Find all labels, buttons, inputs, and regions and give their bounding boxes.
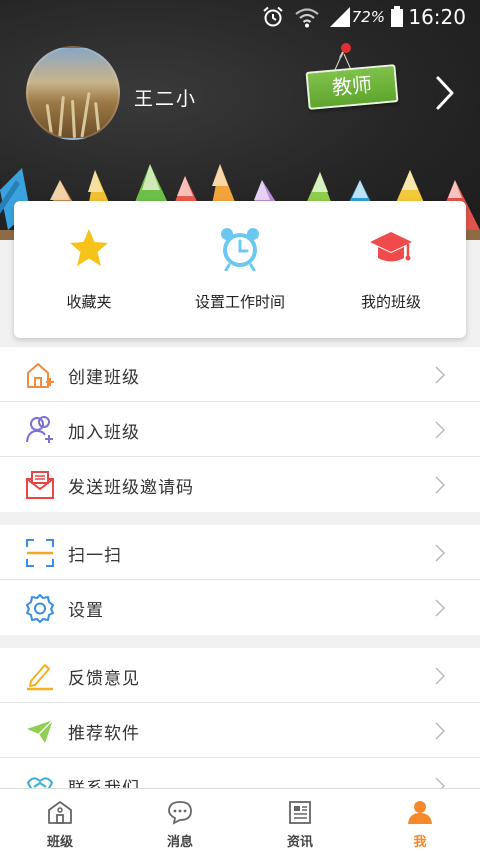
quick-action-my-class[interactable]: 我的班级 bbox=[316, 201, 466, 338]
quick-action-favorites[interactable]: 收藏夹 bbox=[14, 201, 164, 338]
menu-item-feedback[interactable]: 反馈意见 bbox=[0, 648, 480, 703]
menu-group-class: 创建班级 加入班级 发送班级邀请码 bbox=[0, 347, 480, 512]
quick-action-work-time[interactable]: 设置工作时间 bbox=[165, 201, 315, 338]
wifi-icon bbox=[295, 8, 319, 28]
scan-icon bbox=[26, 539, 54, 567]
role-badge: 教师 bbox=[305, 64, 399, 110]
battery-icon bbox=[391, 6, 403, 27]
menu-item-label: 推荐软件 bbox=[68, 724, 140, 744]
menu-item-label: 加入班级 bbox=[68, 423, 140, 443]
tab-class[interactable]: 班级 bbox=[0, 789, 120, 853]
pencil-icon bbox=[27, 664, 53, 691]
user-name: 王二小 bbox=[134, 88, 198, 110]
chevron-right-icon bbox=[435, 599, 446, 617]
house-plus-icon bbox=[27, 363, 54, 388]
menu-item-label: 设置 bbox=[68, 601, 104, 621]
person-icon bbox=[408, 801, 432, 824]
tab-label: 班级 bbox=[46, 835, 73, 850]
chevron-right-icon bbox=[435, 667, 446, 685]
quick-actions-card: 收藏夹 设置工作时间 我的班级 bbox=[14, 201, 466, 338]
news-icon bbox=[289, 801, 311, 824]
alarm-clock-icon bbox=[221, 228, 259, 271]
menu-item-send-invite-code[interactable]: 发送班级邀请码 bbox=[0, 457, 480, 512]
battery-percent: 72% bbox=[351, 8, 385, 26]
chevron-right-icon bbox=[435, 722, 446, 740]
tab-label: 资讯 bbox=[286, 835, 313, 850]
tab-messages[interactable]: 消息 bbox=[120, 789, 240, 853]
tab-news[interactable]: 资讯 bbox=[240, 789, 360, 853]
envelope-icon bbox=[26, 471, 54, 499]
menu-item-create-class[interactable]: 创建班级 bbox=[0, 347, 480, 402]
quick-action-label: 设置工作时间 bbox=[194, 293, 285, 311]
quick-action-label: 收藏夹 bbox=[66, 293, 112, 311]
settings-icon bbox=[26, 594, 54, 623]
tab-label: 消息 bbox=[166, 835, 193, 850]
menu-group-tools: 扫一扫 设置 bbox=[0, 525, 480, 635]
quick-action-label: 我的班级 bbox=[360, 293, 421, 311]
tab-me[interactable]: 我 bbox=[360, 789, 480, 853]
profile-chevron-right-icon[interactable] bbox=[432, 74, 458, 112]
chat-bubble-icon bbox=[168, 801, 192, 825]
bottom-tab-bar: 班级 消息 资讯 我 bbox=[0, 788, 480, 853]
menu-item-settings[interactable]: 设置 bbox=[0, 580, 480, 635]
graduation-cap-icon bbox=[370, 232, 412, 262]
status-bar: 72% 16:20 bbox=[0, 0, 480, 34]
alarm-icon bbox=[263, 6, 283, 27]
avatar[interactable] bbox=[26, 46, 120, 140]
signal-icon bbox=[330, 7, 350, 27]
menu-item-label: 反馈意见 bbox=[68, 669, 140, 689]
chevron-right-icon bbox=[435, 366, 446, 384]
menu-item-label: 创建班级 bbox=[68, 368, 140, 388]
user-plus-icon bbox=[26, 416, 53, 443]
paper-plane-icon bbox=[27, 719, 54, 743]
tab-label: 我 bbox=[413, 835, 427, 850]
menu-item-join-class[interactable]: 加入班级 bbox=[0, 402, 480, 457]
school-icon bbox=[48, 801, 72, 824]
menu-item-label: 扫一扫 bbox=[68, 546, 122, 566]
chevron-right-icon bbox=[435, 421, 446, 439]
menu-item-recommend-app[interactable]: 推荐软件 bbox=[0, 703, 480, 758]
clock-time: 16:20 bbox=[408, 5, 466, 29]
chevron-right-icon bbox=[435, 476, 446, 494]
chevron-right-icon bbox=[435, 544, 446, 562]
menu-item-scan[interactable]: 扫一扫 bbox=[0, 525, 480, 580]
menu-item-label: 发送班级邀请码 bbox=[68, 478, 194, 498]
star-icon bbox=[70, 229, 108, 266]
